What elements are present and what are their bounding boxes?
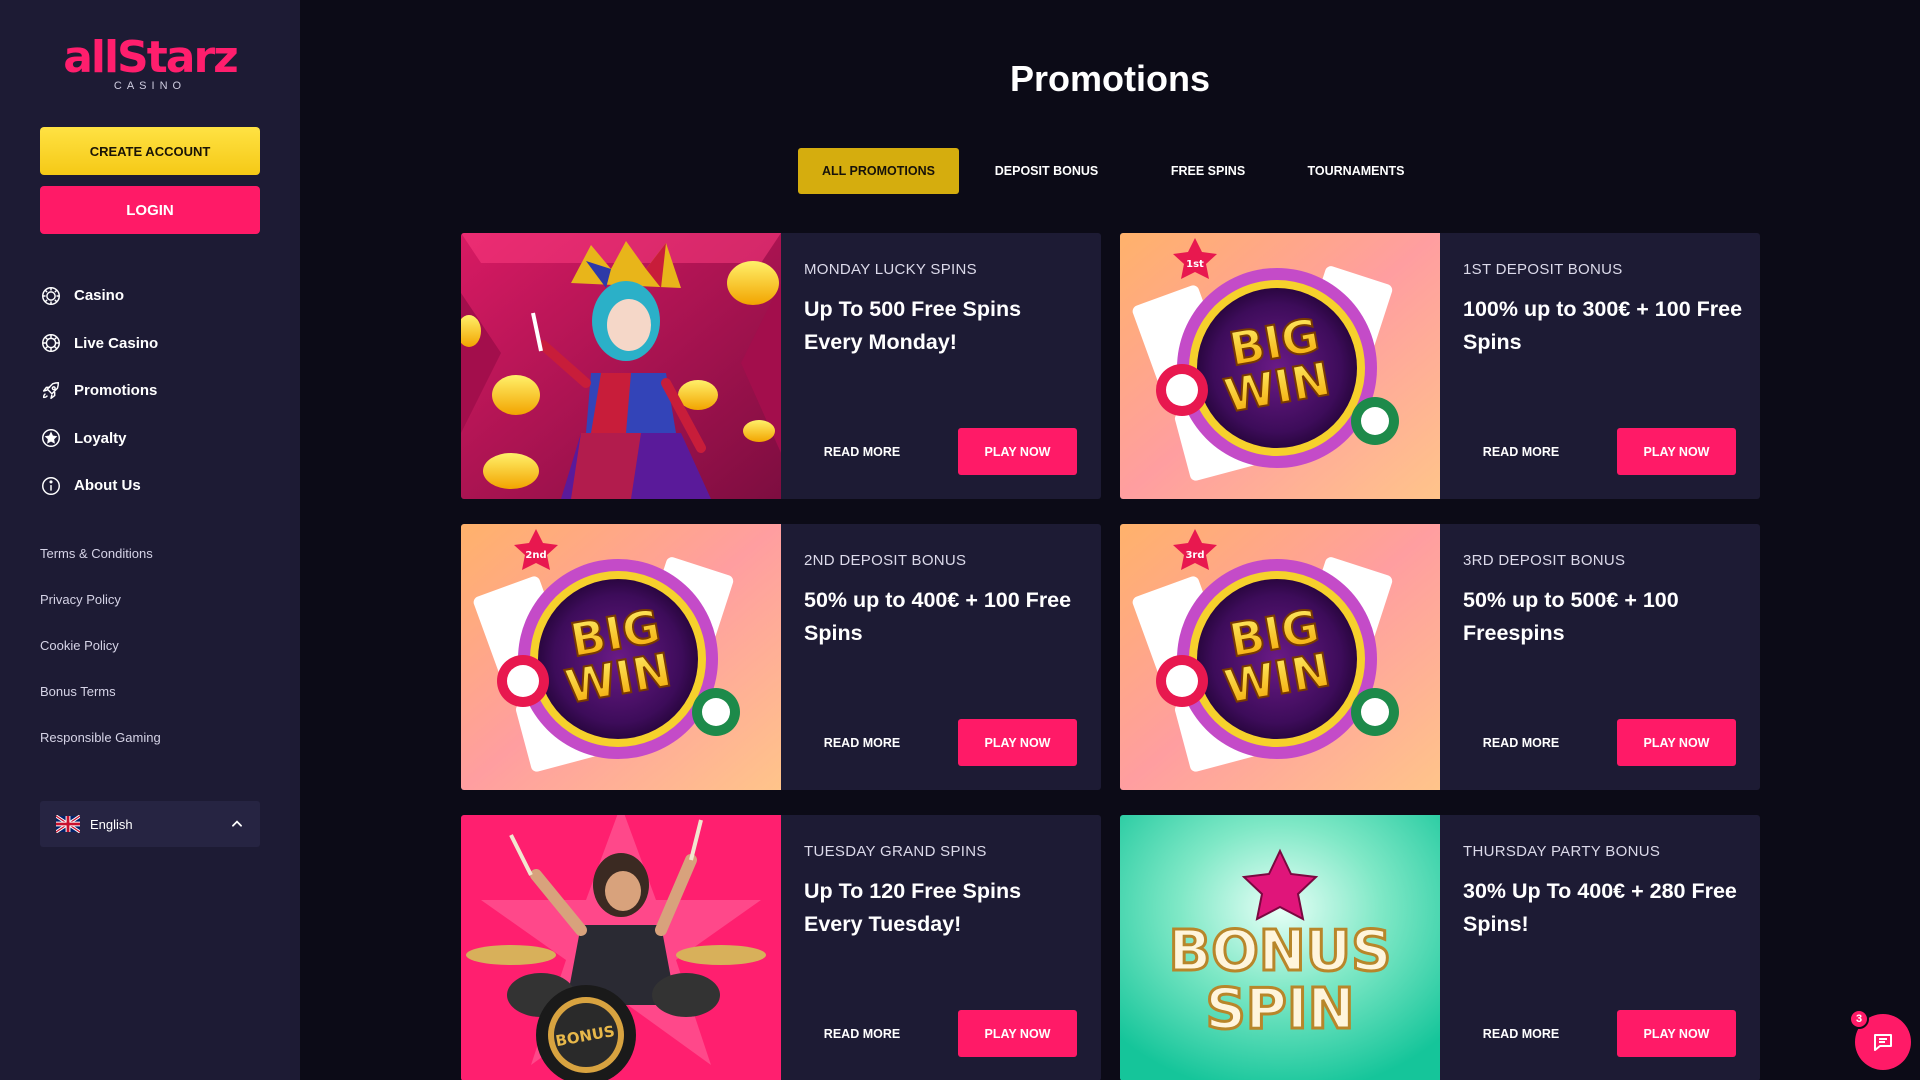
link-privacy[interactable]: Privacy Policy — [40, 576, 161, 622]
logo-subtitle: CASINO — [113, 80, 187, 92]
create-account-button[interactable]: CREATE ACCOUNT — [40, 127, 260, 175]
promo-image-big-win-2nd[interactable]: BIG WIN 2nd — [461, 524, 781, 790]
promo-kicker: 2ND DEPOSIT BONUS — [804, 552, 967, 569]
promo-image-big-win-1st[interactable]: BIG WIN 1st — [1120, 233, 1440, 499]
promo-headline: 30% Up To 400€ + 280 Free Spins! — [1463, 879, 1737, 936]
sidebar-item-label: Live Casino — [74, 334, 159, 352]
sidebar-item-about-us[interactable]: About Us — [40, 462, 158, 510]
play-now-button[interactable]: PLAY NOW — [1617, 428, 1736, 475]
sidebar-item-label: Promotions — [74, 382, 158, 400]
badge-text: 1st — [1186, 259, 1204, 270]
tab-free-spins[interactable]: FREE SPINS — [1134, 148, 1282, 194]
chat-unread-badge: 3 — [1849, 1009, 1869, 1029]
promo-card-thursday-party-bonus: BONUS SPIN THURSDAY PARTY BONUS 30% Up T… — [1120, 815, 1760, 1080]
live-casino-icon — [42, 334, 60, 353]
tab-deposit-bonus[interactable]: DEPOSIT BONUS — [959, 148, 1134, 194]
promo-kicker: 3RD DEPOSIT BONUS — [1463, 552, 1626, 569]
logo-text: allStarz — [63, 32, 239, 83]
link-bonus-terms[interactable]: Bonus Terms — [40, 668, 161, 714]
promo-card-1st-deposit: BIG WIN 1st 1ST DEPOSIT BONUS 100% up to… — [1120, 233, 1760, 499]
chat-icon — [1874, 1034, 1892, 1051]
promo-kicker: MONDAY LUCKY SPINS — [804, 261, 977, 278]
star-circle-icon — [42, 429, 60, 448]
promo-headline: 50% up to 500€ + 100 Freespins — [1463, 588, 1679, 645]
sidebar-item-label: Loyalty — [74, 429, 127, 447]
casino-chip-icon — [42, 286, 60, 305]
link-terms[interactable]: Terms & Conditions — [40, 530, 161, 576]
promo-kicker: TUESDAY GRAND SPINS — [804, 843, 987, 860]
link-cookie[interactable]: Cookie Policy — [40, 622, 161, 668]
page-title: Promotions — [1009, 58, 1210, 99]
sidebar-nav: Casino Live Casino Promotions Loyalty Ab… — [40, 272, 158, 510]
badge-text: 2nd — [525, 550, 546, 561]
promo-card-tuesday-grand-spins: BONUS TUESDAY GRAND SPINS Up To 120 Free… — [461, 815, 1101, 1080]
play-now-button[interactable]: PLAY NOW — [958, 1010, 1077, 1057]
play-now-button[interactable]: PLAY NOW — [958, 719, 1077, 766]
tab-all-promotions[interactable]: ALL PROMOTIONS — [798, 148, 959, 194]
promo-image-bonus-spin[interactable]: BONUS SPIN — [1120, 815, 1440, 1080]
footer-links: Terms & Conditions Privacy Policy Cookie… — [40, 530, 161, 760]
spin-text: SPIN — [1205, 977, 1354, 1042]
sidebar-item-live-casino[interactable]: Live Casino — [40, 320, 158, 368]
play-now-button[interactable]: PLAY NOW — [1617, 1010, 1736, 1057]
read-more-button[interactable]: READ MORE — [1463, 720, 1579, 766]
read-more-button[interactable]: READ MORE — [1463, 1011, 1579, 1057]
read-more-button[interactable]: READ MORE — [804, 720, 920, 766]
language-selector[interactable]: English — [40, 801, 260, 847]
login-button[interactable]: LOGIN — [40, 186, 260, 234]
uk-flag-icon — [56, 815, 80, 833]
rocket-icon — [42, 381, 60, 399]
promo-image-big-win-3rd[interactable]: BIG WIN 3rd — [1120, 524, 1440, 790]
brand-logo[interactable]: allStarz CASINO — [0, 32, 300, 93]
read-more-button[interactable]: READ MORE — [1463, 429, 1579, 475]
link-responsible-gaming[interactable]: Responsible Gaming — [40, 714, 161, 760]
sidebar-item-promotions[interactable]: Promotions — [40, 367, 158, 415]
promo-kicker: THURSDAY PARTY BONUS — [1463, 843, 1661, 860]
promo-headline: Up To 120 Free Spins Every Tuesday! — [804, 879, 1022, 936]
tab-tournaments[interactable]: TOURNAMENTS — [1282, 148, 1430, 194]
info-icon — [42, 476, 60, 495]
promo-card-2nd-deposit: BIG WIN 2nd 2ND DEPOSIT BONUS 50% up to … — [461, 524, 1101, 790]
promo-kicker: 1ST DEPOSIT BONUS — [1463, 261, 1623, 278]
promo-tabs: ALL PROMOTIONS DEPOSIT BONUS FREE SPINS … — [798, 148, 1430, 194]
promo-headline: 50% up to 400€ + 100 Free Spins — [804, 588, 1072, 645]
promo-image-jester[interactable] — [461, 233, 781, 499]
promo-headline: Up To 500 Free Spins Every Monday! — [804, 297, 1022, 354]
chevron-up-icon — [232, 820, 242, 827]
sidebar-item-casino[interactable]: Casino — [40, 272, 158, 320]
sidebar-item-label: About Us — [74, 477, 141, 495]
play-now-button[interactable]: PLAY NOW — [958, 428, 1077, 475]
promo-image-drummer[interactable]: BONUS — [461, 815, 781, 1080]
sidebar: allStarz CASINO CREATE ACCOUNT LOGIN Cas… — [0, 0, 300, 1080]
read-more-button[interactable]: READ MORE — [804, 1011, 920, 1057]
play-now-button[interactable]: PLAY NOW — [1617, 719, 1736, 766]
promo-card-3rd-deposit: BIG WIN 3rd 3RD DEPOSIT BONUS 50% up to … — [1120, 524, 1760, 790]
read-more-button[interactable]: READ MORE — [804, 429, 920, 475]
sidebar-item-label: Casino — [74, 287, 125, 305]
promo-headline: 100% up to 300€ + 100 Free Spins — [1463, 297, 1743, 354]
sidebar-item-loyalty[interactable]: Loyalty — [40, 415, 158, 463]
promo-card-monday-lucky-spins: MONDAY LUCKY SPINS Up To 500 Free Spins … — [461, 233, 1101, 499]
bonus-text: BONUS — [1169, 919, 1392, 984]
language-label: English — [90, 816, 133, 832]
badge-text: 3rd — [1185, 550, 1204, 561]
